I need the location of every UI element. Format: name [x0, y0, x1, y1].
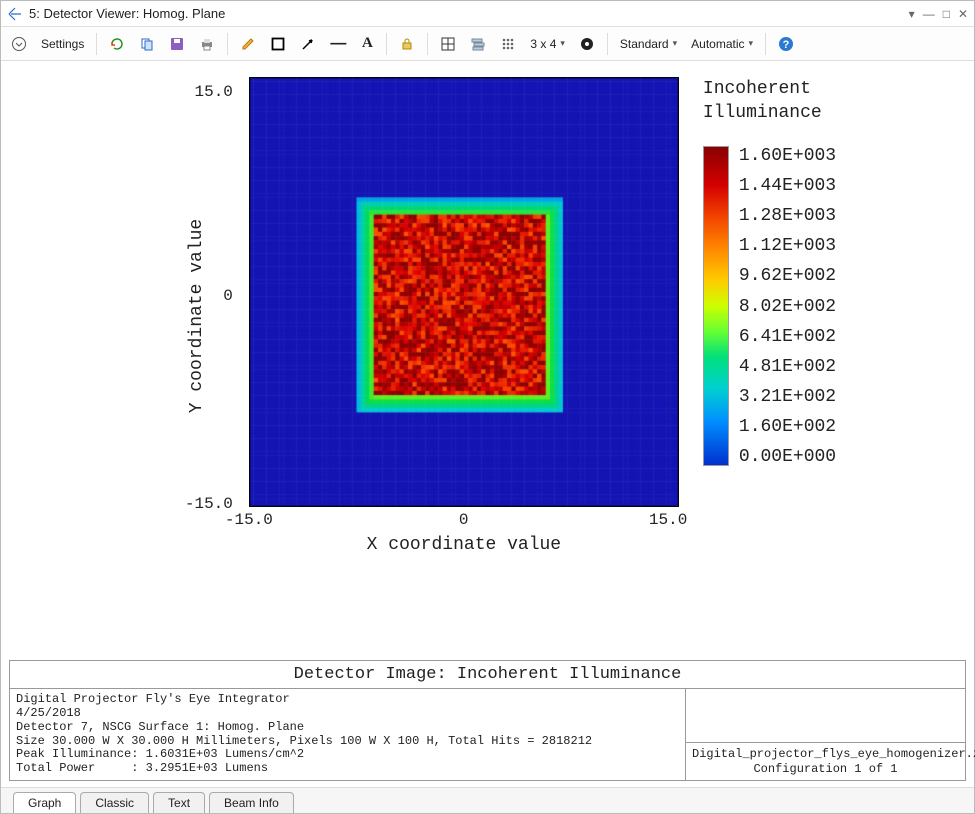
tab-strip: GraphClassicTextBeam Info: [1, 787, 974, 813]
rectangle-icon[interactable]: [266, 33, 290, 55]
dropdown-icon[interactable]: ▾: [909, 7, 915, 21]
window-title: 5: Detector Viewer: Homog. Plane: [29, 6, 225, 21]
tab-beam-info[interactable]: Beam Info: [209, 792, 294, 813]
colorbar-tick: 8.02E+002: [739, 297, 836, 317]
arrow-icon[interactable]: [296, 33, 320, 55]
x-tick: -15.0: [225, 511, 273, 529]
chart-area: Y coordinate value 15.0 0 -15.0 -15.0 0 …: [1, 61, 974, 654]
line-icon[interactable]: —: [326, 33, 350, 55]
legend: Incoherent Illuminance 1.60E+003 1.44E+00…: [703, 77, 836, 468]
save-icon[interactable]: [165, 33, 189, 55]
crosshair-icon[interactable]: [436, 33, 460, 55]
text-icon[interactable]: A: [356, 33, 378, 55]
colorbar-tick: 1.28E+003: [739, 206, 836, 226]
lock-icon[interactable]: [395, 33, 419, 55]
y-tick: 15.0: [194, 83, 232, 101]
info-config: Configuration 1 of 1: [692, 762, 959, 776]
detector-viewer-window: 5: Detector Viewer: Homog. Plane ▾ — □ ✕…: [0, 0, 975, 814]
colorbar-tick: 1.60E+002: [739, 417, 836, 437]
colorbar-tick: 9.62E+002: [739, 266, 836, 286]
tab-text[interactable]: Text: [153, 792, 205, 813]
print-icon[interactable]: [195, 33, 219, 55]
y-axis-label: Y coordinate value: [187, 219, 207, 413]
info-right-blank: [686, 689, 965, 743]
automatic-dropdown[interactable]: Automatic: [687, 33, 757, 55]
colorbar-tick: 3.21E+002: [739, 387, 836, 407]
info-panel: Detector Image: Incoherent Illuminance D…: [9, 660, 966, 781]
help-icon[interactable]: ?: [774, 33, 798, 55]
settings-button[interactable]: Settings: [37, 37, 88, 51]
info-filename: Digital_projector_flys_eye_homogenizer.z…: [692, 747, 959, 761]
stack-icon[interactable]: [466, 33, 490, 55]
app-icon: [7, 6, 23, 22]
minimize-icon[interactable]: —: [923, 7, 935, 21]
target-icon[interactable]: [575, 33, 599, 55]
standard-dropdown[interactable]: Standard: [616, 33, 681, 55]
x-tick: 15.0: [649, 511, 687, 529]
titlebar: 5: Detector Viewer: Homog. Plane ▾ — □ ✕: [1, 1, 974, 27]
svg-text:?: ?: [783, 39, 790, 51]
refresh-icon[interactable]: [105, 33, 129, 55]
expand-toggle[interactable]: [7, 36, 31, 52]
colorbar: [703, 146, 729, 466]
toolbar: Settings — A 3 x 4 Standard Automatic ?: [1, 27, 974, 61]
info-file: Digital_projector_flys_eye_homogenizer.z…: [686, 743, 965, 780]
colorbar-ticks: 1.60E+003 1.44E+003 1.28E+003 1.12E+003 9.62…: [739, 146, 836, 468]
colorbar-tick: 0.00E+000: [739, 447, 836, 467]
y-tick: 0: [223, 287, 233, 305]
colorbar-tick: 1.60E+003: [739, 146, 836, 166]
grid-size-dropdown[interactable]: 3 x 4: [526, 33, 569, 55]
pencil-icon[interactable]: [236, 33, 260, 55]
colorbar-tick: 4.81E+002: [739, 357, 836, 377]
heatmap[interactable]: [249, 77, 679, 507]
x-tick: 0: [459, 511, 469, 529]
grid-icon[interactable]: [496, 33, 520, 55]
close-icon[interactable]: ✕: [958, 7, 968, 21]
copy-icon[interactable]: [135, 33, 159, 55]
colorbar-tick: 1.44E+003: [739, 176, 836, 196]
colorbar-tick: 1.12E+003: [739, 236, 836, 256]
x-axis-label: X coordinate value: [249, 535, 679, 555]
info-title: Detector Image: Incoherent Illuminance: [10, 661, 965, 689]
tab-graph[interactable]: Graph: [13, 792, 76, 813]
colorbar-tick: 6.41E+002: [739, 327, 836, 347]
legend-title: Incoherent Illuminance: [703, 77, 822, 126]
tab-classic[interactable]: Classic: [80, 792, 149, 813]
maximize-icon[interactable]: □: [943, 7, 950, 21]
info-text: Digital Projector Fly's Eye Integrator 4…: [10, 689, 685, 780]
